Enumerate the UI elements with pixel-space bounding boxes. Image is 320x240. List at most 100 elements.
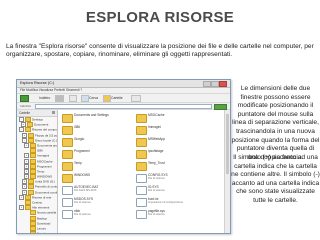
- file-item[interactable]: pagefile.sys File di sistema: [136, 209, 206, 219]
- tree-node-label: Scuola: [37, 231, 47, 234]
- close-button[interactable]: [219, 81, 227, 87]
- tree-header: Cartelle: [17, 110, 57, 117]
- search-label[interactable]: Cerca: [89, 94, 98, 102]
- file-item[interactable]: CONFIG.SYS File di sistema: [136, 173, 206, 183]
- file-item-name: Programmi: [74, 149, 90, 153]
- note-resize: Le dimensioni delle due finestre possono…: [231, 85, 320, 161]
- tree-node-label: Risorse di rete: [32, 195, 52, 200]
- file-item[interactable]: AUTOEXEC.BAT File batch MS-DOS: [62, 185, 132, 195]
- maximize-button[interactable]: [211, 81, 219, 87]
- tree-node-label: Cestino: [32, 200, 43, 205]
- minimize-button[interactable]: [203, 81, 211, 87]
- tree-node-label: Risorse del computer: [32, 127, 57, 132]
- folder-icon: [62, 114, 73, 123]
- file-icon: [62, 186, 73, 195]
- tree-node-label: Temp: [37, 169, 45, 174]
- file-item[interactable]: Giorgio: [62, 137, 132, 147]
- address-bar: Indirizzo: [17, 103, 230, 110]
- file-item-type: File di sistema: [148, 213, 165, 216]
- tree-node-label: Floppy da 3,5 pollici: [35, 132, 57, 137]
- file-item-type: File di sistema: [74, 201, 91, 204]
- window-title: Esplora Risorse (C:): [20, 81, 55, 85]
- folder-icon: [62, 138, 73, 147]
- file-icon: [136, 174, 147, 183]
- tree-node-label: Lavoro: [37, 226, 47, 231]
- folder-icon: [62, 174, 73, 183]
- file-icon: [136, 186, 147, 195]
- tree-node[interactable]: Scuola: [17, 231, 57, 234]
- folder-icon: [136, 138, 147, 147]
- tree-node-label: Documenti condivisi: [35, 189, 57, 194]
- folder-icon: [62, 126, 73, 135]
- folder-icon: [62, 162, 73, 171]
- tree-node-label: i386: [37, 148, 43, 153]
- file-item[interactable]: Documents and Settings: [62, 113, 132, 123]
- file-item[interactable]: Temp: [62, 161, 132, 171]
- menu-items[interactable]: File Modifica Visualizza Preferiti Strum…: [20, 88, 82, 93]
- folder-icon: [136, 126, 147, 135]
- close-pane-icon[interactable]: [52, 111, 55, 114]
- file-item-type: File di sistema: [148, 177, 165, 180]
- tree-node-label: Nuova cartella: [37, 210, 57, 215]
- file-icon: [136, 198, 147, 207]
- address-field[interactable]: [35, 104, 212, 109]
- file-list: Documents and Settings MSOCache i386 Immagi…: [58, 110, 230, 233]
- file-item-name: Documents and Settings: [74, 113, 109, 117]
- file-item-name: Temp_Trust: [148, 161, 165, 165]
- folder-icon: [30, 231, 36, 233]
- file-item[interactable]: IO.SYS File di sistema: [136, 185, 206, 195]
- file-item-name: Giorgio: [74, 137, 85, 141]
- explorer-window: Esplora Risorse (C:) File Modifica Visua…: [16, 79, 231, 234]
- file-item[interactable]: WINDOWS: [62, 173, 132, 183]
- file-item-name: MSOCache: [148, 113, 165, 117]
- file-item[interactable]: Programmi: [62, 149, 132, 159]
- file-item-type: File batch MS-DOS: [74, 189, 97, 192]
- folders-icon[interactable]: [103, 95, 111, 102]
- file-item-name: WINDOWS: [74, 173, 91, 177]
- tree-node-label: Desktop: [32, 117, 44, 122]
- scrollbar-thumb[interactable]: [226, 114, 229, 174]
- tree-node-label: Documenti: [34, 122, 49, 127]
- file-item[interactable]: Temp_Trust: [136, 161, 206, 171]
- tree-node-label: Download: [37, 221, 51, 226]
- scrollbar[interactable]: [224, 110, 230, 233]
- folders-label[interactable]: Cartelle: [111, 94, 123, 102]
- file-item[interactable]: MSOCache: [136, 113, 206, 123]
- file-item[interactable]: MSDOS.SYS File di sistema: [62, 197, 132, 207]
- file-item-name: i386: [74, 125, 81, 129]
- file-item-name: MRWebApp: [148, 137, 166, 141]
- folder-icon: [136, 114, 147, 123]
- back-button[interactable]: [20, 95, 29, 102]
- views-icon[interactable]: [131, 95, 141, 102]
- tree-node-label: WINDOWS: [37, 174, 53, 179]
- tree-node-label: Backup: [37, 215, 48, 220]
- tree-node-label: MSOCache: [37, 158, 53, 163]
- search-icon[interactable]: [81, 95, 89, 102]
- file-item[interactable]: ntldr File di sistema: [62, 209, 132, 219]
- address-label: Indirizzo: [20, 104, 32, 108]
- file-item-type: File di sistema: [148, 189, 165, 192]
- tree-node-label: Disco locale (C:): [35, 138, 57, 143]
- folder-tree: Cartelle - Desktop + Documenti - Risorse del …: [17, 110, 58, 233]
- up-folder-icon[interactable]: [69, 95, 77, 102]
- file-item-type: Impostazioni di configurazione: [148, 201, 183, 204]
- intro-text: La finestra "Esplora risorse" consente d…: [6, 43, 314, 59]
- note-plus-minus: Il simbolo (+) accanto ad una cartella i…: [231, 154, 320, 204]
- back-label: Indietro: [39, 96, 51, 100]
- file-item[interactable]: ipsoftstage: [136, 149, 206, 159]
- file-item[interactable]: boot.ini Impostazioni di configurazione: [136, 197, 206, 207]
- folder-icon: [62, 150, 73, 159]
- file-item-type: File di sistema: [74, 213, 91, 216]
- slide-title: ESPLORA RISORSE: [85, 9, 235, 26]
- tree-node-label: Altri elementi: [32, 205, 50, 210]
- file-item-name: Temp: [74, 161, 82, 165]
- file-item[interactable]: MRWebApp: [136, 137, 206, 147]
- folder-icon: [136, 162, 147, 171]
- file-item[interactable]: i386: [62, 125, 132, 135]
- tree-node-label: Unità DVD (D:): [35, 179, 56, 184]
- file-icon: [136, 210, 147, 219]
- file-item[interactable]: Immagini: [136, 125, 206, 135]
- file-icon: [62, 198, 73, 207]
- forward-button[interactable]: [55, 95, 64, 102]
- file-item-name: ipsoftstage: [148, 149, 164, 153]
